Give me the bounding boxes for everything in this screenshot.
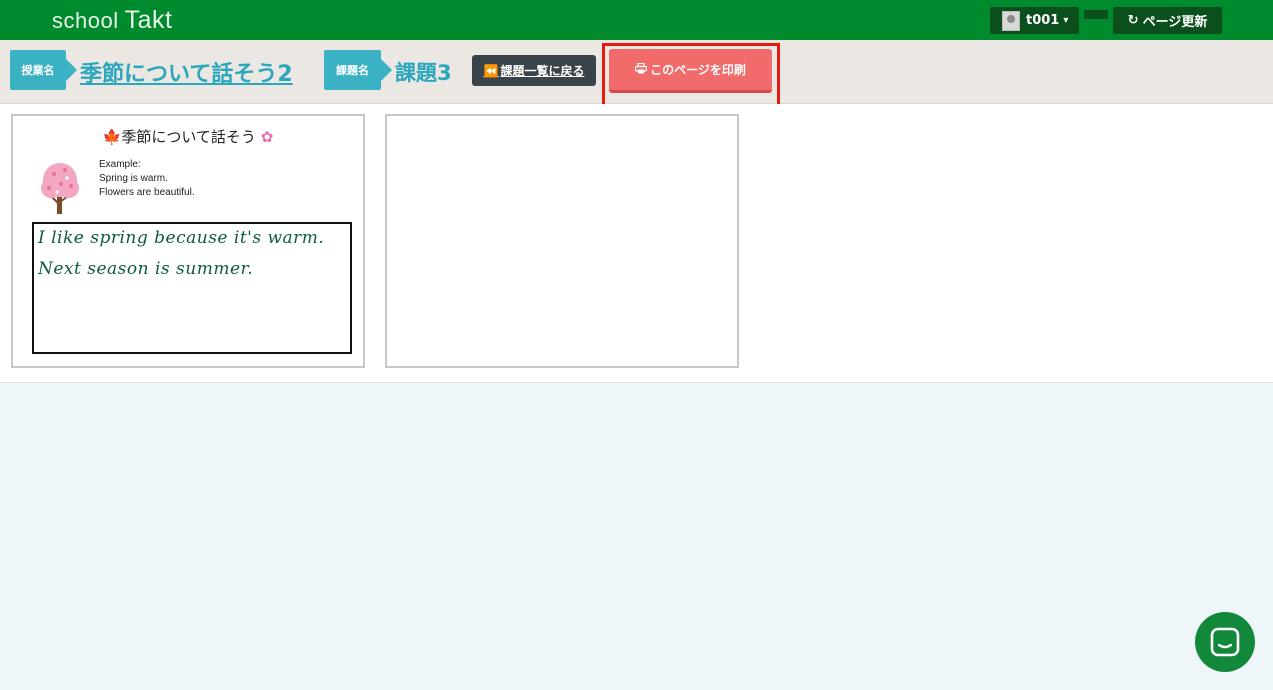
card-title: 🍁季節について話そう ✿	[13, 126, 363, 147]
printer-icon	[635, 62, 648, 77]
chat-support-button[interactable]	[1195, 612, 1255, 672]
lesson-name-tag: 授業名	[10, 50, 77, 90]
maple-leaf-icon: 🍁	[102, 128, 122, 146]
student-card[interactable]: 🍁季節について話そう ✿ Example: Spring is warm. Fl…	[11, 114, 365, 368]
assignment-title: 課題3	[395, 61, 452, 85]
card-title-text: 季節について話そう	[121, 128, 256, 146]
logo-school-text: school	[52, 8, 119, 33]
assignment-name-tag: 課題名	[324, 50, 392, 90]
refresh-icon: ↻	[1127, 13, 1139, 28]
chevron-down-icon: ▾	[1063, 15, 1069, 26]
handwritten-line: I like spring because it's warm.	[38, 228, 325, 248]
back-label: 課題一覧に戻る	[500, 64, 585, 78]
empty-student-card[interactable]	[385, 114, 739, 368]
double-chevron-left-icon: ⏪	[483, 63, 499, 78]
refresh-page-button[interactable]: ↻ ページ更新	[1113, 7, 1222, 34]
lesson-title-link[interactable]: 季節について話そう2	[80, 56, 293, 88]
print-page-button[interactable]: このページを印刷	[609, 49, 772, 93]
top-navbar: school Takt t001 ▾ ↻ ページ更新	[0, 0, 1273, 40]
header-indicator	[1084, 10, 1108, 19]
answer-box: I like spring because it's warm. Next se…	[32, 222, 352, 354]
logo-takt-text: Takt	[124, 6, 173, 34]
user-avatar-icon	[1002, 10, 1020, 31]
example-line: Example:	[99, 159, 141, 170]
user-menu-button[interactable]: t001 ▾	[990, 7, 1079, 34]
user-name: t001	[1026, 13, 1060, 28]
cherry-blossom-icon: ✿	[260, 128, 274, 146]
example-line: Spring is warm.	[99, 173, 168, 184]
submission-area: 🍁季節について話そう ✿ Example: Spring is warm. Fl…	[0, 104, 1273, 383]
example-text: Example: Spring is warm. Flowers are bea…	[99, 158, 195, 200]
print-label: このページを印刷	[650, 63, 746, 77]
handwritten-line: Next season is summer.	[38, 259, 254, 279]
school-takt-logo[interactable]: school Takt	[52, 6, 172, 35]
back-to-assignments-button[interactable]: ⏪ 課題一覧に戻る	[472, 55, 596, 86]
refresh-label: ページ更新	[1142, 15, 1208, 30]
cherry-tree-icon	[41, 163, 79, 214]
example-line: Flowers are beautiful.	[99, 187, 195, 198]
chat-icon	[1210, 627, 1240, 657]
